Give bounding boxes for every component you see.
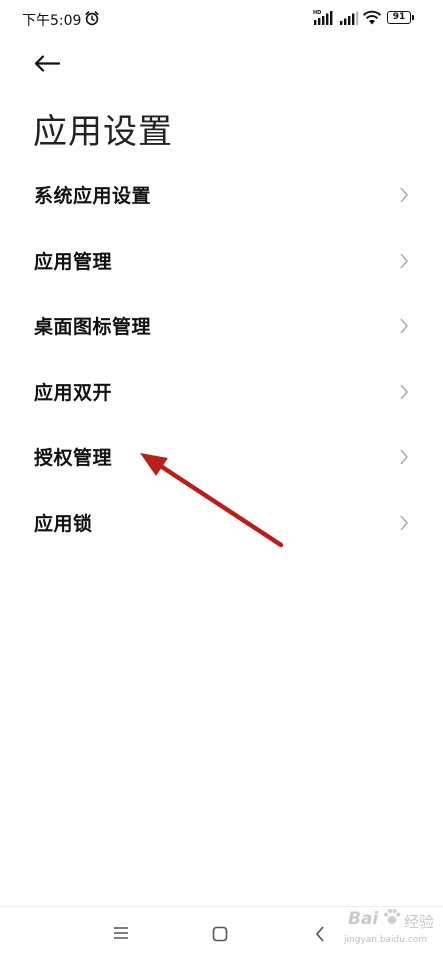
paw-icon — [384, 909, 401, 924]
menu-item-label: 桌面图标管理 — [34, 316, 152, 339]
chevron-right-icon — [400, 187, 408, 203]
signal-hd-icon: HD — [313, 10, 333, 25]
chevron-right-icon — [400, 253, 408, 268]
menu-item-label: 系统应用设置 — [34, 185, 152, 208]
menu-item-desktop-icon-management[interactable]: 桌面图标管理 — [0, 293, 443, 359]
menu-icon[interactable] — [113, 926, 129, 940]
battery-icon: 91 — [387, 11, 414, 24]
menu-item-label: 应用管理 — [34, 250, 113, 273]
wifi-icon — [362, 10, 382, 25]
back-arrow-icon[interactable] — [32, 50, 64, 78]
settings-menu-list: 系统应用设置 应用管理 桌面图标管理 应用双开 授权管理 应用锁 — [0, 162, 443, 555]
back-icon[interactable] — [314, 925, 326, 943]
menu-item-dual-apps[interactable]: 应用双开 — [0, 359, 443, 425]
watermark-suffix: 经验 — [404, 913, 435, 931]
menu-item-label: 授权管理 — [34, 447, 113, 470]
chevron-right-icon — [400, 384, 408, 399]
menu-item-app-lock[interactable]: 应用锁 — [0, 490, 443, 556]
menu-item-permission-management[interactable]: 授权管理 — [0, 424, 443, 490]
svg-text:HD: HD — [313, 10, 321, 16]
status-time: 下午5:09 — [22, 13, 82, 29]
home-icon[interactable] — [212, 926, 228, 942]
status-bar: 下午5:09 HD 91 — [0, 0, 443, 38]
chevron-right-icon — [400, 515, 408, 530]
watermark-url: jingyan.baidu.com — [344, 935, 428, 945]
chevron-right-icon — [400, 449, 408, 465]
menu-item-app-management[interactable]: 应用管理 — [0, 228, 443, 294]
signal-icon — [340, 11, 359, 25]
menu-item-label: 应用双开 — [34, 381, 113, 404]
alarm-icon — [85, 11, 99, 26]
menu-item-label: 应用锁 — [34, 512, 93, 535]
baidu-watermark: Bai 经验 jingyan.baidu.com — [342, 903, 438, 957]
page-title: 应用设置 — [33, 112, 173, 152]
chevron-right-icon — [400, 318, 408, 334]
watermark-brand: Bai — [348, 909, 379, 929]
menu-item-system-app-settings[interactable]: 系统应用设置 — [0, 162, 443, 228]
